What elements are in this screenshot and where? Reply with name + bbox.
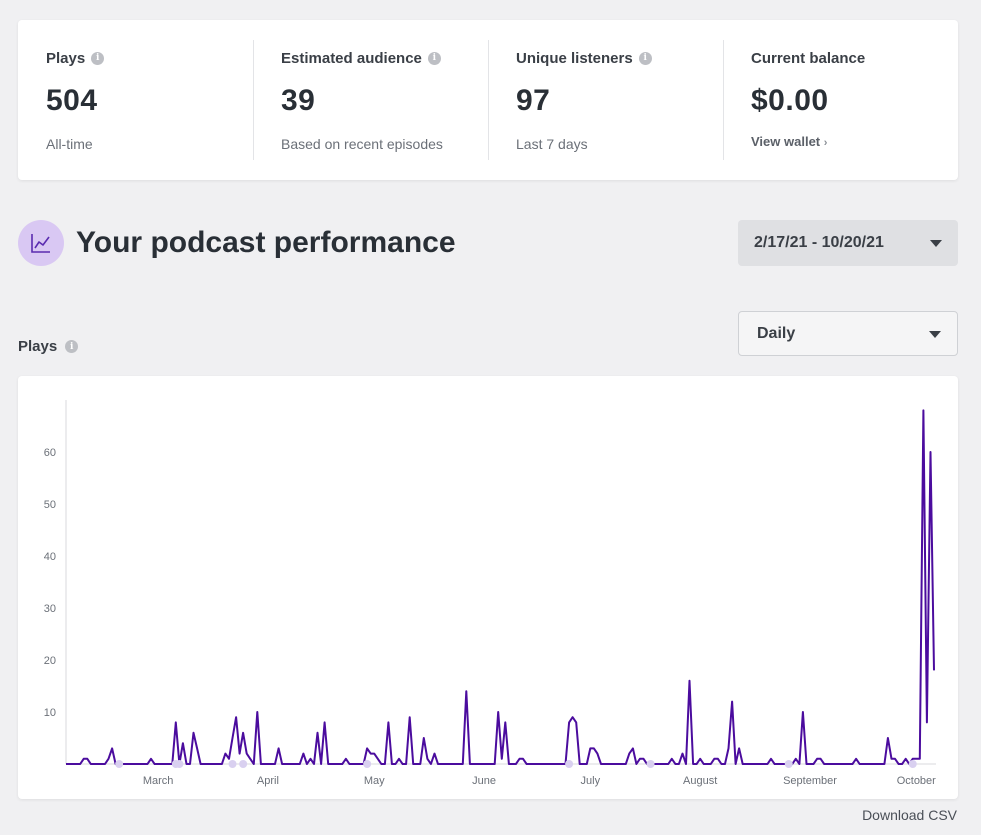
section-header: Your podcast performance <box>18 220 456 266</box>
episode-marker <box>239 760 248 768</box>
stat-unique-listeners-label: Unique listeners <box>516 49 633 67</box>
episode-marker <box>565 760 574 768</box>
x-tick-label: October <box>897 775 936 787</box>
y-tick-label: 50 <box>44 499 56 511</box>
stat-estimated-audience-subtext: Based on recent episodes <box>281 136 443 152</box>
view-wallet-label: View wallet <box>751 134 821 149</box>
plays-label-text: Plays <box>18 338 58 355</box>
period-value: Daily <box>757 324 796 342</box>
trend-chart-icon <box>18 220 64 266</box>
episode-marker <box>228 760 237 768</box>
episode-marker <box>363 760 372 768</box>
view-wallet-link[interactable]: View wallet › <box>751 134 827 149</box>
x-tick-label: April <box>257 775 279 787</box>
caret-down-icon <box>930 240 942 247</box>
stat-plays-subtext: All-time <box>46 136 93 152</box>
stat-estimated-audience-label: Estimated audience <box>281 49 422 67</box>
episode-marker <box>908 760 917 768</box>
stat-estimated-audience-value: 39 <box>281 84 316 117</box>
stat-unique-listeners-subtext: Last 7 days <box>516 136 588 152</box>
y-tick-label: 40 <box>44 551 56 563</box>
plays-chart-label: Plays i <box>18 338 79 355</box>
page-title: Your podcast performance <box>76 226 456 259</box>
plays-chart: 10 20 30 40 50 60 March April May June July August S… <box>18 376 958 799</box>
episode-marker <box>784 760 793 768</box>
stat-plays-label: Plays <box>46 49 86 67</box>
x-tick-label: August <box>683 775 717 787</box>
plays-line-chart: 10 20 30 40 50 60 March April May June July August S… <box>44 400 936 787</box>
download-csv-link[interactable]: Download CSV <box>862 807 957 823</box>
period-select[interactable]: Daily <box>738 311 958 356</box>
episode-marker <box>646 760 655 768</box>
chevron-right-icon: › <box>823 137 828 149</box>
x-tick-label: July <box>581 775 601 787</box>
info-icon[interactable]: i <box>427 51 441 65</box>
stat-unique-listeners-value: 97 <box>516 84 551 117</box>
x-tick-label: June <box>472 775 496 787</box>
stat-plays: Plays i 504 All-time <box>18 40 253 160</box>
y-tick-label: 30 <box>44 603 56 615</box>
stats-card: Plays i 504 All-time Estimated audience … <box>18 20 958 180</box>
stat-current-balance-label: Current balance <box>751 49 866 67</box>
episode-marker <box>175 760 184 768</box>
date-range-value: 2/17/21 - 10/20/21 <box>754 234 884 251</box>
x-tick-label: March <box>143 775 174 787</box>
date-range-select[interactable]: 2/17/21 - 10/20/21 <box>738 220 958 266</box>
stat-plays-value: 504 <box>46 84 98 117</box>
stat-estimated-audience: Estimated audience i 39 Based on recent … <box>253 40 488 160</box>
plays-series-line <box>66 409 935 765</box>
info-icon[interactable]: i <box>638 51 652 65</box>
y-tick-label: 60 <box>44 447 56 459</box>
episode-marker <box>115 760 124 768</box>
stat-unique-listeners: Unique listeners i 97 Last 7 days <box>488 40 723 160</box>
stat-current-balance: Current balance $0.00 View wallet › <box>723 40 958 160</box>
y-tick-label: 10 <box>44 707 56 719</box>
info-icon[interactable]: i <box>91 51 105 65</box>
info-icon[interactable]: i <box>65 340 79 353</box>
caret-down-icon <box>929 330 941 338</box>
x-tick-label: May <box>364 775 385 787</box>
x-tick-label: September <box>783 775 837 787</box>
y-tick-label: 20 <box>44 655 56 667</box>
stat-current-balance-value: $0.00 <box>751 84 829 117</box>
